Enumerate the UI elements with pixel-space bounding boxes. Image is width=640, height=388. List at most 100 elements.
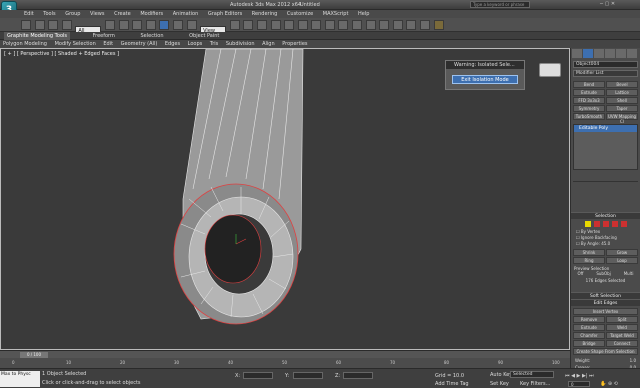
tab-object-paint[interactable]: Object Paint <box>186 32 222 40</box>
select-object-icon[interactable] <box>104 20 115 30</box>
bevel-button[interactable]: Bevel <box>606 81 638 88</box>
menu-create[interactable]: Create <box>110 10 135 18</box>
loop-button[interactable]: Loop <box>606 257 638 264</box>
border-icon[interactable] <box>602 221 609 227</box>
time-slider[interactable]: 0 / 100 <box>0 350 570 358</box>
menu-rendering[interactable]: Rendering <box>248 10 282 18</box>
vertex-icon[interactable] <box>584 221 591 227</box>
mirror-icon[interactable] <box>311 20 322 30</box>
percent-snap-icon[interactable] <box>270 20 281 30</box>
weight-field[interactable]: 1.0 <box>630 358 636 363</box>
tab-selection[interactable]: Selection <box>137 32 166 40</box>
snap-icon[interactable] <box>243 20 254 30</box>
mesh-object[interactable] <box>1 49 570 350</box>
playback-controls[interactable]: ⏮ ◀ ▶ ▶| ⏭ <box>565 373 594 379</box>
menu-views[interactable]: Views <box>86 10 108 18</box>
lattice-button[interactable]: Lattice <box>606 89 638 96</box>
utilities-tab-icon[interactable] <box>627 49 637 58</box>
bridge-button[interactable]: Bridge <box>573 340 605 347</box>
edit-edges-header[interactable]: Edit Edges <box>571 299 640 306</box>
extrude-mod-button[interactable]: Extrude <box>573 89 605 96</box>
menu-tools[interactable]: Tools <box>39 10 59 18</box>
create-tab-icon[interactable] <box>572 49 582 58</box>
ring-button[interactable]: Ring <box>573 257 605 264</box>
menu-graph-editors[interactable]: Graph Editors <box>204 10 246 18</box>
ribbon-geometry[interactable]: Geometry (All) <box>118 40 161 48</box>
soft-selection-header[interactable]: Soft Selection <box>571 292 640 299</box>
menu-modifiers[interactable]: Modifiers <box>136 10 167 18</box>
layer-icon[interactable] <box>338 20 349 30</box>
set-key-button[interactable]: Set Key <box>490 381 509 387</box>
graphite-icon[interactable] <box>352 20 363 30</box>
turbosmooth-button[interactable]: TurboSmooth <box>573 113 605 120</box>
ribbon-properties[interactable]: Properties <box>279 40 310 48</box>
preview-off-radio[interactable]: Off <box>577 271 583 277</box>
insert-vertex-button[interactable]: Insert Vertex <box>573 308 638 315</box>
exit-isolation-button[interactable]: Exit Isolation Mode <box>452 75 518 84</box>
display-tab-icon[interactable] <box>616 49 626 58</box>
region-select-icon[interactable] <box>132 20 143 30</box>
menu-help[interactable]: Help <box>354 10 373 18</box>
shell-button[interactable]: Shell <box>606 97 638 104</box>
shrink-button[interactable]: Shrink <box>573 249 605 256</box>
frame-field[interactable]: 0 <box>568 381 590 387</box>
pivot-icon[interactable] <box>229 20 240 30</box>
ribbon-align[interactable]: Align <box>259 40 278 48</box>
modifier-list-dropdown[interactable]: Modifier List <box>573 70 638 77</box>
tab-graphite-modeling[interactable]: Graphite Modeling Tools <box>4 32 71 40</box>
menu-edit[interactable]: Edit <box>20 10 38 18</box>
ribbon-edit[interactable]: Edit <box>100 40 116 48</box>
chamfer-button[interactable]: Chamfer <box>573 332 605 339</box>
remove-button[interactable]: Remove <box>573 316 605 323</box>
curve-editor-icon[interactable] <box>365 20 376 30</box>
element-icon[interactable] <box>620 221 627 227</box>
polygon-icon[interactable] <box>611 221 618 227</box>
viewcube-icon[interactable] <box>539 63 561 77</box>
track-bar[interactable]: 0 10 20 30 40 50 60 70 80 90 100 <box>0 358 570 368</box>
selection-rollout-header[interactable]: Selection <box>571 212 640 219</box>
undo-icon[interactable] <box>21 20 31 30</box>
unlink-icon[interactable] <box>61 20 72 30</box>
window-controls[interactable]: ─ ▢ ✕ <box>600 1 636 9</box>
ribbon-edges[interactable]: Edges <box>162 40 183 48</box>
maxscript-listener[interactable]: Max to Physc <box>0 371 40 387</box>
angle-snap-icon[interactable] <box>256 20 267 30</box>
menu-customize[interactable]: Customize <box>283 10 317 18</box>
link-icon[interactable] <box>48 20 59 30</box>
ribbon-modify-selection[interactable]: Modify Selection <box>52 40 99 48</box>
modify-tab-icon[interactable] <box>583 49 593 58</box>
z-field[interactable] <box>343 372 373 379</box>
ribbon-tris[interactable]: Tris <box>207 40 221 48</box>
move-icon[interactable] <box>159 20 170 30</box>
ribbon-loops[interactable]: Loops <box>185 40 206 48</box>
named-selection-icon[interactable] <box>297 20 308 30</box>
menu-animation[interactable]: Animation <box>169 10 203 18</box>
grow-button[interactable]: Grow <box>606 249 638 256</box>
render-frame-icon[interactable] <box>420 20 431 30</box>
viewport-nav-icon[interactable]: ✋ ⊕ ⟲ <box>600 381 618 387</box>
stack-controls[interactable] <box>573 172 638 182</box>
create-shape-button[interactable]: Create Shape From Selection <box>573 348 638 355</box>
select-by-name-icon[interactable] <box>118 20 129 30</box>
ffd-button[interactable]: FFD 3x3x3 <box>573 97 605 104</box>
tab-freeform[interactable]: Freeform <box>90 32 118 40</box>
symmetry-button[interactable]: Symmetry <box>573 105 605 112</box>
menu-maxscript[interactable]: MAXScript <box>319 10 353 18</box>
edge-icon[interactable] <box>593 221 600 227</box>
redo-icon[interactable] <box>34 20 45 30</box>
scale-icon[interactable] <box>186 20 197 30</box>
weld-button[interactable]: Weld <box>606 324 638 331</box>
key-filters-button[interactable]: Key Filters... <box>520 381 550 387</box>
angle-value-field[interactable]: 45.0 <box>601 241 610 246</box>
schematic-icon[interactable] <box>379 20 390 30</box>
extrude-button[interactable]: Extrude <box>573 324 605 331</box>
taper-button[interactable]: Taper <box>606 105 638 112</box>
auto-key-button[interactable]: Auto Key <box>490 372 512 378</box>
x-field[interactable] <box>243 372 273 379</box>
bend-button[interactable]: Bend <box>573 81 605 88</box>
uvw-mapping-button[interactable]: UVW Mapping Cl <box>606 113 638 124</box>
key-mode-dropdown[interactable]: Selected <box>510 371 554 378</box>
hierarchy-tab-icon[interactable] <box>594 49 604 58</box>
object-name-field[interactable]: Object004 <box>573 61 638 68</box>
perspective-viewport[interactable]: [ + ] [ Perspective ] [ Shaded + Edged F… <box>0 48 570 350</box>
